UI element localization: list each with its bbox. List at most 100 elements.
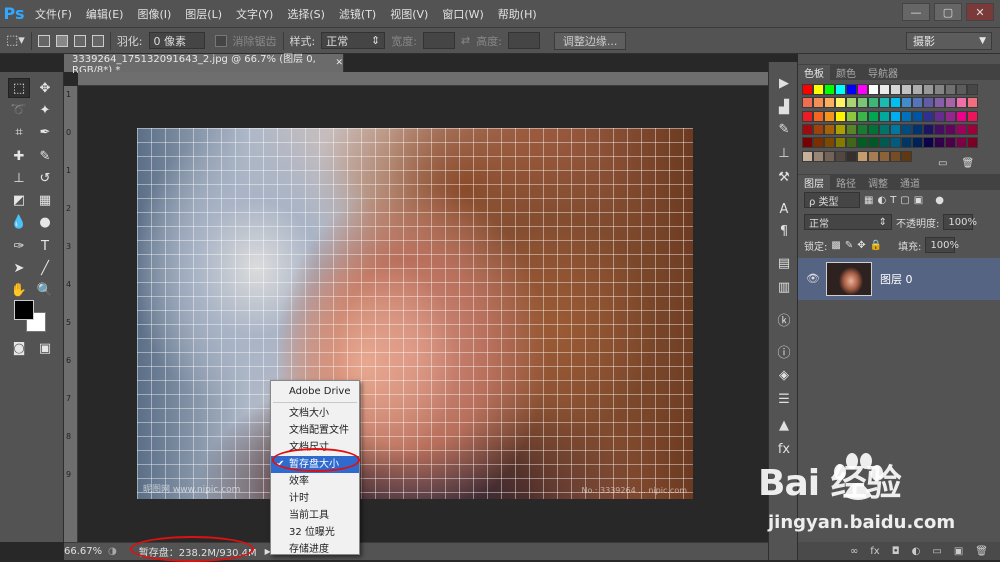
filter-smart-icon[interactable]: ▣ [914, 195, 923, 206]
height-input[interactable] [507, 32, 540, 49]
color-swatch[interactable] [945, 97, 956, 109]
color-swatch[interactable] [802, 84, 813, 95]
dodge-tool-icon[interactable]: ● [34, 212, 56, 232]
menu-edit[interactable]: 编辑(E) [79, 6, 131, 22]
color-swatch[interactable] [945, 84, 956, 95]
new-swatch-icon[interactable]: ▭ [938, 158, 947, 169]
color-swatch[interactable] [912, 84, 923, 95]
color-swatch[interactable] [846, 137, 857, 149]
color-swatch[interactable] [956, 110, 967, 122]
color-swatch[interactable] [967, 137, 978, 149]
color-swatch[interactable] [879, 137, 890, 149]
document-image[interactable]: 昵图网 www.nipic.com No.: 3339264 ... nipic… [137, 128, 693, 499]
refine-edge-button[interactable]: 调整边缘... [553, 31, 627, 50]
color-swatch[interactable] [802, 150, 813, 162]
lasso-tool-icon[interactable]: ➰ [8, 100, 30, 120]
fx-icon[interactable]: fx [870, 546, 879, 557]
lock-transparent-icon[interactable]: ▩ [831, 240, 840, 251]
trash-icon[interactable]: 🗑 [961, 158, 974, 169]
paragraph-icon[interactable]: ¶ [773, 222, 795, 240]
color-swatch[interactable] [879, 110, 890, 122]
brush-preset-icon[interactable]: ✎ [773, 120, 795, 138]
close-window-button[interactable]: ✕ [966, 3, 994, 21]
minimize-button[interactable]: — [902, 3, 930, 21]
fill-input[interactable]: 100% [925, 237, 959, 253]
color-swatch[interactable] [824, 150, 835, 162]
menu-filter[interactable]: 滤镜(T) [332, 6, 383, 22]
tab-swatches[interactable]: 色板 [798, 65, 830, 80]
color-swatch[interactable] [912, 110, 923, 122]
menu-select[interactable]: 选择(S) [280, 6, 332, 22]
menu-window[interactable]: 窗口(W) [435, 6, 490, 22]
marquee-preset-icon[interactable]: ⬚▾ [6, 33, 25, 48]
color-swatch[interactable] [857, 110, 868, 122]
color-swatch[interactable] [824, 110, 835, 122]
zoom-tool-icon[interactable]: 🔍 [34, 280, 56, 300]
color-swatch[interactable] [857, 97, 868, 109]
menu-type[interactable]: 文字(Y) [229, 6, 280, 22]
color-swatch[interactable] [868, 137, 879, 149]
filter-toggle-icon[interactable]: ● [935, 195, 944, 206]
color-swatch[interactable] [868, 150, 879, 162]
color-swatch[interactable] [879, 84, 890, 95]
type-tool-icon[interactable]: T [34, 236, 56, 256]
color-swatch[interactable] [956, 84, 967, 95]
color-swatch[interactable] [868, 84, 879, 95]
adjustment-icon[interactable]: ◐ [912, 546, 921, 557]
menu-item-timing[interactable]: 计时 [271, 490, 359, 507]
canvas-area[interactable]: 昵图网 www.nipic.com No.: 3339264 ... nipic… [78, 86, 768, 542]
trash-icon[interactable]: 🗑 [975, 546, 988, 557]
color-swatch[interactable] [923, 110, 934, 122]
color-swatch[interactable] [802, 123, 813, 135]
lock-move-icon[interactable]: ✥ [857, 240, 865, 251]
opacity-input[interactable]: 100% [943, 214, 977, 230]
color-swatch[interactable] [912, 97, 923, 109]
color-swatch[interactable] [835, 110, 846, 122]
color-swatch[interactable] [923, 97, 934, 109]
tab-adjustments[interactable]: 调整 [862, 175, 894, 190]
tab-paths[interactable]: 路径 [830, 175, 862, 190]
menu-file[interactable]: 文件(F) [28, 6, 79, 22]
eyedropper-tool-icon[interactable]: ✒ [34, 122, 56, 142]
color-swatch[interactable] [901, 150, 912, 162]
info-icon[interactable]: ◑ [108, 546, 117, 557]
menu-help[interactable]: 帮助(H) [491, 6, 544, 22]
workspace-select[interactable]: 摄影 ▼ [906, 32, 992, 50]
color-swatch[interactable] [934, 137, 945, 149]
color-swatch[interactable] [846, 150, 857, 162]
color-swatch[interactable] [901, 110, 912, 122]
color-swatch[interactable] [857, 137, 868, 149]
menu-item-doc-profile[interactable]: 文档配置文件 [271, 422, 359, 439]
color-swatch[interactable] [901, 137, 912, 149]
color-swatch[interactable] [868, 110, 879, 122]
color-swatch[interactable] [879, 123, 890, 135]
crop-tool-icon[interactable]: ⌗ [8, 122, 30, 142]
style-select[interactable]: 正常 ⇕ [321, 32, 386, 49]
tool-preset-icon[interactable]: ⚒ [773, 168, 795, 186]
color-swatch[interactable] [802, 137, 813, 149]
fx-icon[interactable]: fx [773, 440, 795, 458]
color-swatch[interactable] [879, 97, 890, 109]
color-swatch[interactable] [857, 150, 868, 162]
color-swatch[interactable] [956, 137, 967, 149]
lock-brush-icon[interactable]: ✎ [845, 240, 853, 251]
width-input[interactable] [422, 32, 455, 49]
color-swatch[interactable] [813, 84, 824, 95]
menu-item-save-progress[interactable]: 存储进度 [271, 541, 359, 558]
color-swatch[interactable] [923, 84, 934, 95]
color-swatch[interactable] [879, 150, 890, 162]
document-tab[interactable]: 3339264_175132091643_2.jpg @ 66.7% (图层 0… [64, 54, 344, 76]
histogram-icon[interactable]: ▟ [773, 98, 795, 116]
notes-icon[interactable]: ▥ [773, 278, 795, 296]
brush-tool-icon[interactable]: ✎ [34, 146, 56, 166]
subtract-selection-icon[interactable] [73, 34, 86, 47]
color-swatch[interactable] [945, 110, 956, 122]
color-swatch[interactable] [912, 137, 923, 149]
maximize-button[interactable]: ▢ [934, 3, 962, 21]
color-swatch[interactable] [923, 137, 934, 149]
clone-source-icon[interactable]: ⊥ [773, 144, 795, 162]
mask-icon[interactable]: ◘ [892, 546, 900, 557]
color-swatch[interactable] [890, 84, 901, 95]
color-swatch[interactable] [824, 84, 835, 95]
color-swatch[interactable] [868, 97, 879, 109]
